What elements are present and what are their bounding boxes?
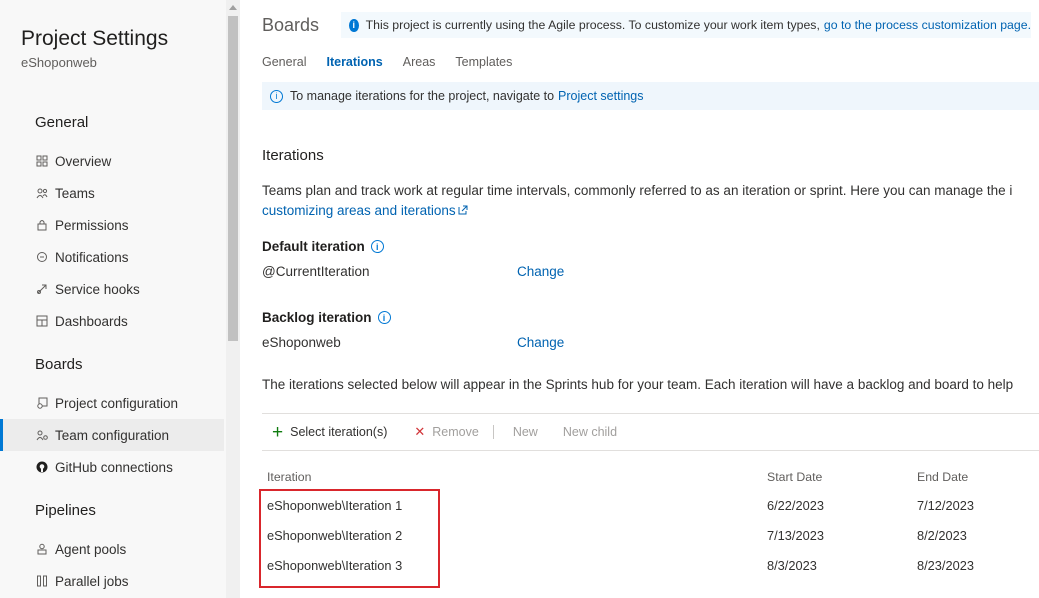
sidebar-item-label: Agent pools bbox=[55, 541, 127, 557]
sidebar-item-label: Teams bbox=[55, 185, 95, 201]
start-date: 7/13/2023 bbox=[767, 528, 824, 543]
start-date: 8/3/2023 bbox=[767, 558, 817, 573]
column-header-start-date[interactable]: Start Date bbox=[767, 470, 822, 484]
external-link-icon[interactable] bbox=[456, 203, 468, 218]
main-content: Boards i This project is currently using… bbox=[240, 0, 1039, 598]
info-icon: i bbox=[270, 89, 283, 103]
new-button[interactable]: New bbox=[513, 425, 538, 439]
scroll-up-arrow-icon[interactable] bbox=[226, 4, 240, 14]
process-customization-link[interactable]: go to the process customization page. bbox=[824, 18, 1031, 32]
plus-icon: + bbox=[272, 421, 284, 443]
project-config-icon bbox=[35, 397, 48, 410]
sidebar-scrollbar[interactable] bbox=[226, 0, 240, 598]
column-header-end-date[interactable]: End Date bbox=[917, 470, 968, 484]
team-config-icon bbox=[35, 429, 48, 442]
button-label: Remove bbox=[432, 425, 479, 439]
highlight-annotation-box bbox=[259, 489, 440, 588]
sidebar-item-teams[interactable]: Teams bbox=[0, 177, 224, 209]
dashboard-icon bbox=[35, 315, 48, 328]
toolbar-divider bbox=[492, 425, 494, 439]
section-heading-general: General bbox=[35, 114, 89, 131]
sidebar-item-github-connections[interactable]: GitHub connections bbox=[0, 451, 224, 483]
project-name: eShoponweb bbox=[21, 55, 97, 70]
end-date: 8/23/2023 bbox=[917, 558, 974, 573]
sidebar-item-label: Project configuration bbox=[55, 395, 179, 411]
label-text: Backlog iteration bbox=[262, 310, 372, 325]
sidebar-item-label: GitHub connections bbox=[55, 459, 173, 475]
sidebar-item-notifications[interactable]: Notifications bbox=[0, 241, 224, 273]
github-icon bbox=[35, 461, 48, 474]
banner-text: To manage iterations for the project, na… bbox=[290, 89, 555, 103]
tab-areas[interactable]: Areas bbox=[403, 55, 436, 69]
change-backlog-iteration-link[interactable]: Change bbox=[517, 335, 564, 350]
sidebar-item-permissions[interactable]: Permissions bbox=[0, 209, 224, 241]
parallel-jobs-icon bbox=[35, 575, 48, 588]
hook-icon bbox=[35, 283, 48, 296]
default-iteration-label: Default iteration i bbox=[262, 239, 384, 254]
sprints-hub-description: The iterations selected below will appea… bbox=[262, 377, 1014, 392]
sidebar-item-label: Parallel jobs bbox=[55, 573, 129, 589]
sidebar-item-parallel-jobs[interactable]: Parallel jobs bbox=[0, 565, 224, 597]
close-icon: ✕ bbox=[414, 424, 426, 439]
section-title: Iterations bbox=[262, 147, 324, 164]
overview-icon bbox=[35, 155, 48, 168]
tab-templates[interactable]: Templates bbox=[455, 55, 512, 69]
sidebar-item-label: Dashboards bbox=[55, 313, 128, 329]
start-date: 6/22/2023 bbox=[767, 498, 824, 513]
sidebar-item-service-hooks[interactable]: Service hooks bbox=[0, 273, 224, 305]
select-iterations-button[interactable]: + Select iteration(s) bbox=[272, 423, 387, 442]
sidebar-item-label: Service hooks bbox=[55, 281, 140, 297]
label-text: Default iteration bbox=[262, 239, 365, 254]
change-default-iteration-link[interactable]: Change bbox=[517, 264, 564, 279]
page-title: Boards bbox=[262, 15, 320, 35]
column-header-iteration[interactable]: Iteration bbox=[267, 470, 311, 484]
button-label: Select iteration(s) bbox=[290, 425, 388, 439]
chat-icon bbox=[35, 251, 48, 264]
info-icon: i bbox=[349, 18, 359, 32]
sidebar-item-team-configuration[interactable]: Team configuration bbox=[0, 419, 224, 451]
end-date: 7/12/2023 bbox=[917, 498, 974, 513]
new-child-button[interactable]: New child bbox=[563, 425, 617, 439]
description-text: Teams plan and track work at regular tim… bbox=[262, 183, 1013, 198]
remove-button[interactable]: ✕ Remove bbox=[414, 424, 478, 440]
sidebar-title: Project Settings bbox=[21, 27, 169, 50]
backlog-iteration-label: Backlog iteration i bbox=[262, 310, 391, 325]
manage-iterations-banner: i To manage iterations for the project, … bbox=[262, 82, 1039, 110]
agent-pool-icon bbox=[35, 543, 48, 556]
iterations-description: Teams plan and track work at regular tim… bbox=[262, 181, 1012, 221]
project-settings-link[interactable]: Project settings bbox=[558, 89, 643, 103]
sidebar-item-label: Overview bbox=[55, 153, 112, 169]
tab-iterations[interactable]: Iterations bbox=[326, 55, 382, 69]
tab-general[interactable]: General bbox=[262, 55, 306, 69]
teams-icon bbox=[35, 187, 48, 200]
settings-tabs: General Iterations Areas Templates bbox=[262, 55, 532, 69]
end-date: 8/2/2023 bbox=[917, 528, 967, 543]
lock-icon bbox=[35, 219, 48, 232]
sidebar-item-overview[interactable]: Overview bbox=[0, 145, 224, 177]
iterations-toolbar: + Select iteration(s) ✕ Remove New New c… bbox=[262, 413, 1039, 451]
sidebar-item-label: Team configuration bbox=[55, 427, 170, 443]
sidebar-item-project-configuration[interactable]: Project configuration bbox=[0, 387, 224, 419]
sidebar-item-label: Permissions bbox=[55, 217, 129, 233]
customizing-areas-link[interactable]: customizing areas and iterations bbox=[262, 203, 456, 218]
sidebar-item-label: Notifications bbox=[55, 249, 129, 265]
banner-text: This project is currently using the Agil… bbox=[365, 18, 820, 32]
sidebar-item-agent-pools[interactable]: Agent pools bbox=[0, 533, 224, 565]
section-heading-pipelines: Pipelines bbox=[35, 502, 96, 519]
scrollbar-thumb[interactable] bbox=[228, 16, 238, 341]
backlog-iteration-value: eShoponweb bbox=[262, 335, 341, 350]
section-heading-boards: Boards bbox=[35, 356, 83, 373]
sidebar: Project Settings eShoponweb General Over… bbox=[0, 0, 226, 598]
process-info-banner: i This project is currently using the Ag… bbox=[341, 12, 1031, 38]
sidebar-item-dashboards[interactable]: Dashboards bbox=[0, 305, 224, 337]
info-icon[interactable]: i bbox=[377, 311, 391, 324]
info-icon[interactable]: i bbox=[370, 240, 384, 253]
default-iteration-value: @CurrentIteration bbox=[262, 264, 370, 279]
